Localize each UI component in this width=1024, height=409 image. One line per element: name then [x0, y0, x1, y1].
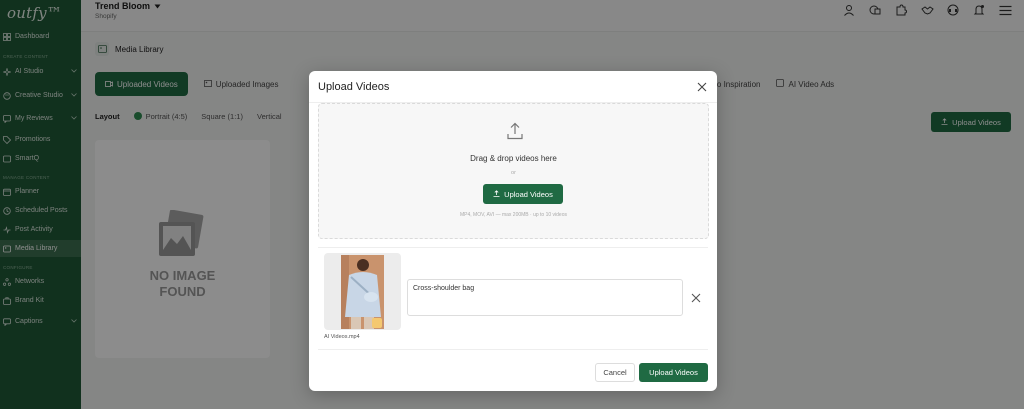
upload-icon	[507, 122, 523, 145]
dropzone-or: or	[511, 170, 516, 176]
close-icon[interactable]	[695, 80, 709, 94]
submit-upload-button[interactable]: Upload Videos	[639, 363, 708, 382]
remove-file-icon[interactable]	[690, 292, 702, 304]
divider	[318, 349, 708, 350]
dropzone-hint: MP4, MOV, AVI — max 200MB · up to 10 vid…	[460, 212, 567, 218]
file-badge-icon	[372, 318, 382, 328]
dropzone-text: Drag & drop videos here	[470, 154, 557, 163]
button-label: Upload Videos	[504, 189, 553, 199]
cancel-button[interactable]: Cancel	[595, 363, 635, 382]
upload-icon	[493, 189, 500, 199]
video-dropzone[interactable]: Drag & drop videos here or Upload Videos…	[318, 103, 709, 239]
upload-videos-modal: Upload Videos Drag & drop videos here or…	[309, 71, 717, 391]
modal-title: Upload Videos	[318, 81, 390, 93]
divider	[318, 247, 708, 248]
video-description-input[interactable]: Cross-shoulder bag	[407, 279, 683, 316]
video-thumbnail	[324, 253, 401, 330]
file-name: AI Videos.mp4	[324, 334, 360, 340]
dropzone-upload-button[interactable]: Upload Videos	[483, 184, 563, 204]
